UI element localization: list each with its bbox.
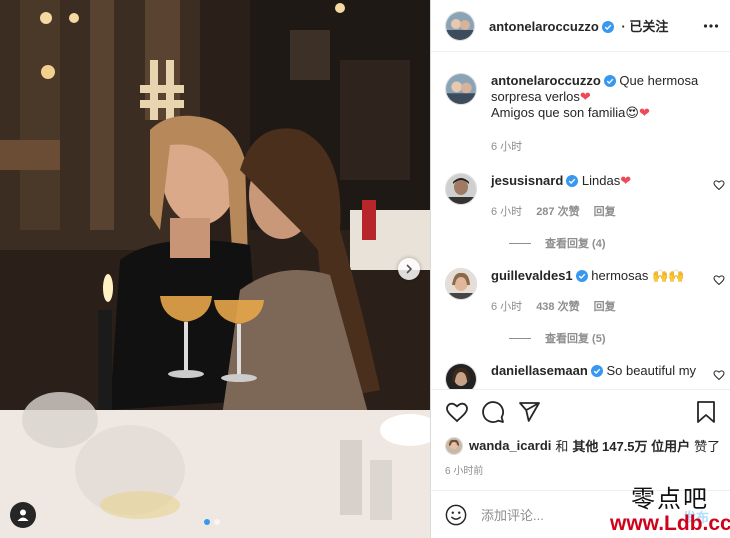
- post-time-ago[interactable]: 6 小时前: [445, 462, 483, 477]
- comment-likes[interactable]: 438 次赞: [536, 298, 579, 314]
- comment-content: So beautiful my: [606, 363, 697, 378]
- carousel-dot-1: [204, 519, 210, 525]
- comment-username[interactable]: jesusisnard: [491, 173, 563, 188]
- comment-meta: 6 小时 287 次赞 回复: [491, 203, 616, 219]
- caption-text: antonelaroccuzzo Que hermosa sorpresa ve…: [491, 73, 701, 121]
- caption-avatar[interactable]: [445, 73, 477, 105]
- heart-icon[interactable]: [445, 400, 469, 424]
- comment-time[interactable]: 6 小时: [491, 298, 522, 314]
- next-photo-button[interactable]: [398, 258, 420, 280]
- comment-input[interactable]: [479, 503, 633, 527]
- share-icon[interactable]: [517, 400, 541, 424]
- tag-user-icon: [17, 509, 29, 521]
- carousel-dot-2: [214, 519, 220, 525]
- comment-username[interactable]: daniellasemaan: [491, 363, 588, 378]
- add-comment-bar: 发布: [431, 490, 730, 538]
- carousel-indicator: [204, 519, 220, 525]
- post-side-panel: antonelaroccuzzo · 已关注 antonelaroccuzzo …: [430, 0, 730, 538]
- red-heart-emoji-icon: ❤: [620, 173, 632, 188]
- liker-username[interactable]: wanda_icardi: [469, 438, 551, 453]
- view-replies-button[interactable]: 查看回复 (5): [509, 330, 606, 346]
- likes-liked: 赞了: [694, 439, 721, 454]
- author-line: antonelaroccuzzo · 已关注: [489, 16, 668, 35]
- comment-like-heart-icon[interactable]: [713, 179, 725, 191]
- post-comment-button[interactable]: 发布: [683, 507, 709, 526]
- red-heart-emoji-icon: ❤: [579, 89, 591, 104]
- comment-item: daniellasemaan So beautiful my: [445, 363, 725, 389]
- caption-meta: 6 小时: [491, 138, 522, 154]
- comment-item: guillevaldes1 hermosas 🙌🙌 6 小时 438 次赞 回复…: [445, 268, 725, 348]
- comment-time[interactable]: 6 小时: [491, 203, 522, 219]
- comment-text: daniellasemaan So beautiful my: [491, 363, 701, 379]
- comment-meta: 6 小时 438 次赞 回复: [491, 298, 616, 314]
- comment-likes[interactable]: 287 次赞: [536, 203, 579, 219]
- red-heart-emoji-icon: ❤: [638, 105, 650, 120]
- liker-avatar[interactable]: [445, 436, 463, 455]
- action-bar: [431, 389, 730, 429]
- comment-text: jesusisnard Lindas❤: [491, 173, 701, 189]
- comment-like-heart-icon[interactable]: [713, 274, 725, 286]
- chevron-right-icon: [406, 264, 413, 274]
- comment-like-heart-icon[interactable]: [713, 369, 725, 381]
- view-replies-button[interactable]: 查看回复 (4): [509, 235, 606, 251]
- reply-button[interactable]: 回复: [594, 203, 616, 219]
- verified-icon: [590, 365, 603, 377]
- post-photo[interactable]: [0, 0, 430, 538]
- reply-button[interactable]: 回复: [594, 298, 616, 314]
- replies-divider: [509, 242, 531, 244]
- caption-line-2: Amigos que son familia: [491, 105, 626, 120]
- likes-and: 和: [555, 439, 569, 454]
- commenter-avatar[interactable]: [445, 363, 477, 389]
- author-username[interactable]: antonelaroccuzzo: [489, 19, 599, 34]
- tagged-users-button[interactable]: [10, 502, 36, 528]
- post-header: antonelaroccuzzo · 已关注: [431, 0, 730, 52]
- author-avatar[interactable]: [445, 10, 475, 41]
- caption: antonelaroccuzzo Que hermosa sorpresa ve…: [445, 73, 715, 153]
- verified-icon: [566, 175, 579, 187]
- bookmark-icon[interactable]: [695, 400, 717, 424]
- verified-icon: [575, 270, 588, 282]
- heart-eyes-emoji-icon: 😍: [625, 105, 639, 120]
- commenter-avatar[interactable]: [445, 268, 477, 300]
- emoji-icon[interactable]: [445, 504, 467, 526]
- caption-time[interactable]: 6 小时: [491, 138, 522, 154]
- comment-icon[interactable]: [481, 400, 505, 424]
- comment-item: jesusisnard Lindas❤ 6 小时 287 次赞 回复 查看回复 …: [445, 173, 725, 253]
- view-replies-label: 查看回复 (5): [545, 333, 606, 345]
- follow-status[interactable]: · 已关注: [621, 19, 668, 34]
- verified-icon: [603, 75, 616, 87]
- comment-username[interactable]: guillevaldes1: [491, 268, 573, 283]
- likes-others[interactable]: 其他 147.5万 位用户: [572, 436, 690, 455]
- view-replies-label: 查看回复 (4): [545, 238, 606, 250]
- more-icon[interactable]: [703, 18, 719, 34]
- comment-text: guillevaldes1 hermosas 🙌🙌: [491, 268, 701, 284]
- replies-divider: [509, 337, 531, 339]
- commenter-avatar[interactable]: [445, 173, 477, 205]
- likes-summary: wanda_icardi 和 其他 147.5万 位用户 赞了: [445, 436, 720, 455]
- comment-content: hermosas 🙌🙌: [591, 268, 685, 283]
- verified-icon: [601, 21, 614, 33]
- comment-content: Lindas: [581, 173, 621, 188]
- comments-list[interactable]: antonelaroccuzzo Que hermosa sorpresa ve…: [431, 53, 730, 389]
- caption-username[interactable]: antonelaroccuzzo: [491, 73, 601, 88]
- photo-illustration: [0, 0, 430, 538]
- instagram-post-viewer: antonelaroccuzzo · 已关注 antonelaroccuzzo …: [0, 0, 730, 538]
